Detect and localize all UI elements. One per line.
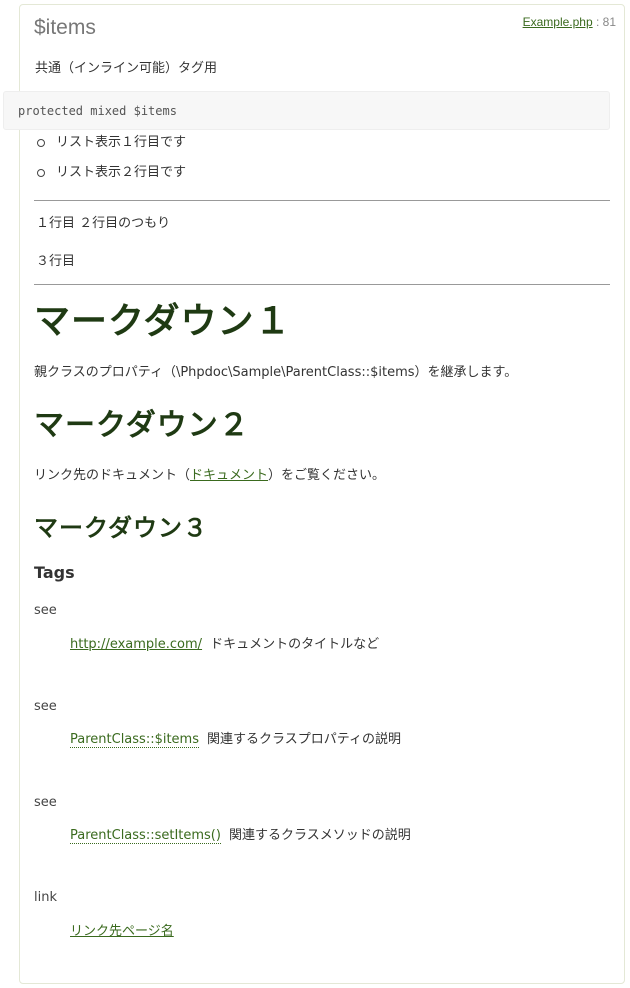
line-number: : 81 — [595, 15, 616, 29]
markdown-heading-2: マークダウン２ — [34, 408, 250, 443]
file-link[interactable]: Example.php — [523, 15, 593, 29]
markdown-heading-1: マークダウン１ — [34, 301, 292, 342]
markdown-heading-3: マークダウン３ — [34, 514, 209, 542]
tags-title: Tags — [34, 563, 75, 582]
document-link[interactable]: ドキュメント — [190, 468, 268, 483]
tag-description: リンク先ページ名 — [70, 920, 182, 939]
tag-name: link — [34, 890, 57, 905]
tag-description: ParentClass::$items 関連するクラスプロパティの説明 — [70, 732, 401, 748]
paragraph: １行目 ２行目のつもり — [36, 216, 171, 231]
tag-link[interactable]: ParentClass::setItems() — [70, 828, 221, 844]
list-item: リスト表示１行目です — [36, 133, 186, 163]
tag-link[interactable]: ParentClass::$items — [70, 732, 199, 748]
tag-name: see — [34, 795, 57, 810]
divider — [34, 200, 610, 201]
bullet-icon — [37, 139, 45, 147]
markdown-paragraph: リンク先のドキュメント（ドキュメント）をご覧ください。 — [34, 468, 386, 483]
file-reference: Example.php : 81 — [523, 15, 616, 29]
divider — [34, 284, 610, 285]
tag-description: ParentClass::setItems() 関連するクラスメソッドの説明 — [70, 828, 411, 844]
tag-description: http://example.com/ドキュメントのタイトルなど — [70, 637, 380, 652]
description-list: リスト表示１行目です リスト表示２行目です — [36, 133, 186, 193]
tag-link[interactable]: リンク先ページ名 — [70, 924, 174, 939]
bullet-icon — [37, 169, 45, 177]
property-signature: protected mixed $items — [3, 91, 610, 130]
property-summary: 共通（インライン可能）タグ用 — [35, 61, 218, 76]
markdown-paragraph: 親クラスのプロパティ（\Phpdoc\Sample\ParentClass::$… — [34, 365, 518, 380]
tag-link[interactable]: http://example.com/ — [70, 637, 202, 652]
tag-name: see — [34, 699, 57, 714]
tag-name: see — [34, 603, 57, 618]
list-item: リスト表示２行目です — [36, 163, 186, 193]
property-name: $items — [34, 16, 96, 39]
paragraph: ３行目 — [36, 254, 76, 269]
